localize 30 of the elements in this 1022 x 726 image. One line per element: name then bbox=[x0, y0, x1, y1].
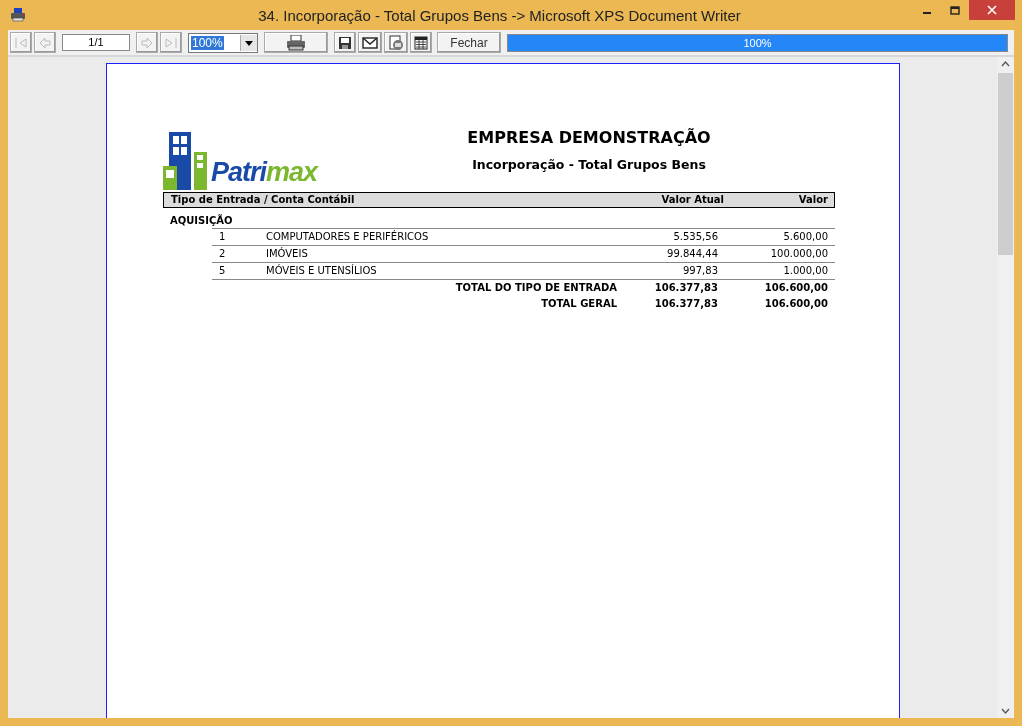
logo-text: Patrimax bbox=[211, 157, 318, 188]
table-cell-text: 1 bbox=[218, 230, 227, 244]
column-header: Valor Atual bbox=[660, 193, 724, 207]
table-cell-text: 5.600,00 bbox=[782, 230, 829, 244]
table-cell-text: 5.535,56 bbox=[672, 230, 719, 244]
group-label: AQUISIÇÃO bbox=[169, 213, 234, 228]
zoom-dropdown[interactable]: 100% bbox=[188, 32, 258, 53]
page-field[interactable]: 1/1 bbox=[62, 34, 130, 51]
total-label: TOTAL DO TIPO DE ENTRADA bbox=[454, 281, 618, 295]
total-value: 106.600,00 bbox=[763, 281, 829, 295]
total-value: 106.377,83 bbox=[653, 297, 719, 311]
column-header: Tipo de Entrada / Conta Contábil bbox=[171, 193, 356, 207]
table-cell-text: 1.000,00 bbox=[782, 264, 829, 278]
table-cell-text: 5 bbox=[218, 264, 227, 278]
table-cell-text: 2 bbox=[218, 247, 227, 261]
column-header: Valor bbox=[797, 193, 828, 207]
table-cell-text: IMÓVEIS bbox=[266, 246, 309, 261]
table-cell-text: 100.000,00 bbox=[769, 247, 829, 261]
company-title: EMPRESA DEMONSTRAÇÃO bbox=[466, 128, 712, 147]
table-cell-text: 99.844,44 bbox=[666, 247, 719, 261]
total-value: 106.377,83 bbox=[653, 281, 719, 295]
table-cell-text: COMPUTADORES E PERIFÉRICOS bbox=[266, 229, 430, 244]
total-label: TOTAL GERAL bbox=[540, 297, 618, 311]
progress-reading: 100% bbox=[742, 35, 773, 51]
window-title: 34. Incorporação - Total Grupos Bens -> Microsoft XPS Document Writer bbox=[257, 6, 742, 24]
table-cell-text: 997,83 bbox=[682, 264, 719, 278]
close-report-button[interactable]: Fechar bbox=[437, 32, 501, 53]
report-title: Incorporação - Total Grupos Bens bbox=[471, 157, 707, 172]
table-cell-text: MÓVEIS E UTENSÍLIOS bbox=[266, 263, 378, 278]
total-value: 106.600,00 bbox=[763, 297, 829, 311]
